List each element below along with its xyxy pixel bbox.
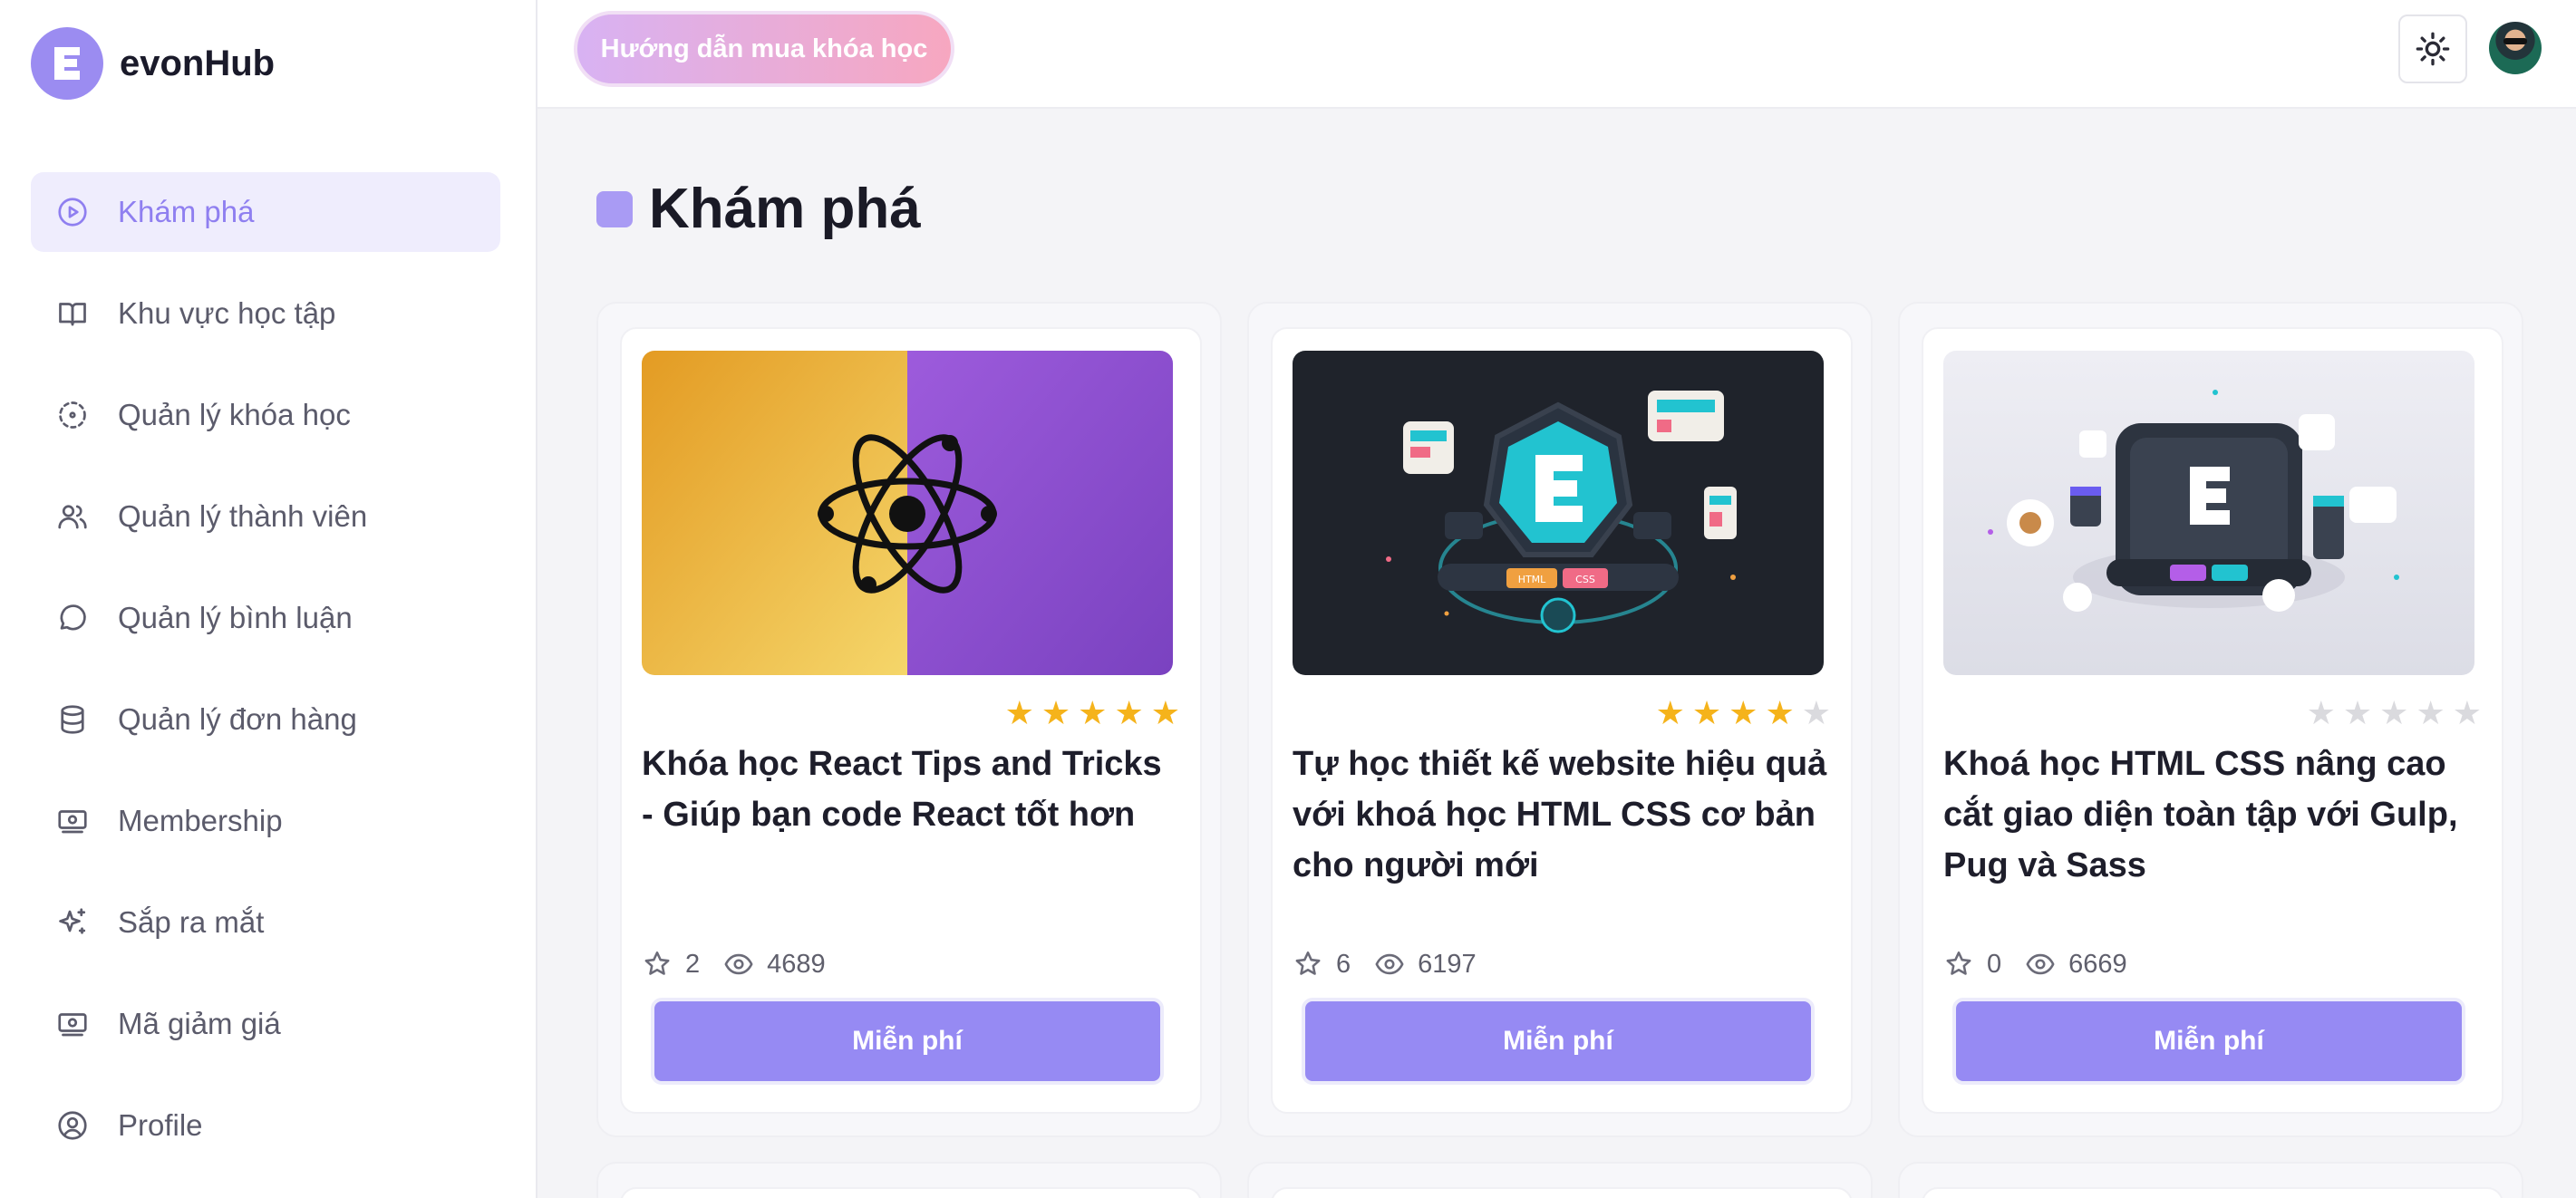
course-title[interactable]: Khoá học HTML CSS nâng cao cắt giao diện… [1943, 739, 2484, 891]
course-view-count: 4689 [767, 949, 826, 979]
star-icon: ★ [2306, 694, 2336, 731]
brand-logo-icon [31, 27, 103, 100]
sparkles-icon [54, 904, 91, 941]
sidebar-item-khu-vuc-hoc-tap[interactable]: Khu vực học tập [31, 274, 500, 353]
sidebar-item-label: Quản lý thành viên [118, 499, 368, 533]
course-thumbnail-html-css-advanced[interactable] [1943, 351, 2474, 675]
star-icon: ★ [1691, 694, 1722, 731]
course-view-count: 6669 [2068, 949, 2127, 979]
sidebar-item-label: Khám phá [118, 195, 255, 228]
star-icon: ★ [1004, 694, 1034, 731]
chat-bubble-icon [54, 600, 91, 636]
course-meta: 2 4689 [642, 949, 826, 980]
course-meta: 0 6669 [1943, 949, 2127, 980]
sidebar: evonHub Khám phá Khu vực học tập Quản lý… [0, 0, 537, 1198]
sidebar-item-label: Sắp ra mắt [118, 905, 265, 939]
course-card-inner [1271, 1187, 1853, 1198]
sidebar-item-quan-ly-binh-luan[interactable]: Quản lý bình luận [31, 578, 500, 658]
course-card[interactable]: ★ ★ ★ ★ ★ Khóa học React Tips and Tricks… [596, 302, 1222, 1137]
eye-icon [1375, 953, 1404, 975]
course-card-inner: ★ ★ ★ ★ ★ Khóa học React Tips and Tricks… [620, 327, 1202, 1114]
star-outline-icon [1946, 951, 1971, 975]
sidebar-item-profile[interactable]: Profile [31, 1086, 500, 1165]
course-price-button[interactable]: Miễn phí [651, 998, 1164, 1085]
star-icon: ★ [1150, 694, 1180, 731]
course-card-partial[interactable] [1247, 1162, 1873, 1198]
title-marker-icon [596, 190, 633, 227]
eye-icon [724, 953, 753, 975]
star-icon: ★ [1729, 694, 1758, 731]
sidebar-item-label: Profile [118, 1108, 203, 1142]
course-thumbnail-react[interactable] [642, 351, 1173, 675]
sidebar-item-quan-ly-don-hang[interactable]: Quản lý đơn hàng [31, 680, 500, 759]
sidebar-item-sap-ra-mat[interactable]: Sắp ra mắt [31, 883, 500, 962]
svg-text:CSS: CSS [1575, 574, 1595, 585]
course-price-button[interactable]: Miễn phí [1952, 998, 2465, 1085]
course-title[interactable]: Tự học thiết kế website hiệu quả với kho… [1293, 739, 1833, 891]
sidebar-item-label: Quản lý khóa học [118, 398, 351, 431]
star-outline-icon [644, 951, 670, 975]
course-thumbnail-html-css-basic[interactable]: HTML CSS [1293, 351, 1824, 675]
course-card-inner [620, 1187, 1202, 1198]
star-icon: ★ [2416, 694, 2445, 731]
page-title: Khám phá [596, 177, 921, 241]
sidebar-item-label: Quản lý đơn hàng [118, 702, 357, 736]
sidebar-item-label: Membership [118, 804, 283, 837]
course-meta: 6 6197 [1293, 949, 1477, 980]
users-icon [54, 498, 91, 535]
sidebar-nav: Khám phá Khu vực học tập Quản lý khóa họ… [31, 172, 500, 1187]
course-star-count: 6 [1336, 949, 1351, 979]
sidebar-item-label: Khu vực học tập [118, 296, 336, 330]
course-rating: ★ ★ ★ ★ ★ [1656, 697, 1831, 729]
user-circle-icon [54, 1107, 91, 1144]
sun-icon [2416, 32, 2450, 66]
star-icon: ★ [1765, 694, 1795, 731]
star-icon: ★ [1801, 694, 1831, 731]
page-title-text: Khám phá [649, 178, 921, 240]
course-card-inner: HTML CSS ★ ★ ★ ★ ★ Tự học thiết kế websi… [1271, 327, 1853, 1114]
sidebar-item-quan-ly-thanh-vien[interactable]: Quản lý thành viên [31, 477, 500, 556]
course-card-inner [1922, 1187, 2503, 1198]
sidebar-item-label: Quản lý bình luận [118, 601, 353, 634]
course-title[interactable]: Khóa học React Tips and Tricks - Giúp bạ… [642, 739, 1182, 840]
star-icon: ★ [1041, 694, 1071, 731]
star-outline-icon [1295, 951, 1321, 975]
database-icon [54, 701, 91, 738]
star-icon: ★ [2452, 694, 2482, 731]
theme-toggle-button[interactable] [2398, 14, 2467, 83]
course-card-inner: ★ ★ ★ ★ ★ Khoá học HTML CSS nâng cao cắt… [1922, 327, 2503, 1114]
sidebar-item-kham-pha[interactable]: Khám phá [31, 172, 500, 252]
star-icon: ★ [1655, 694, 1685, 731]
focus-dashed-icon [54, 397, 91, 433]
course-price-button[interactable]: Miễn phí [1302, 998, 1815, 1085]
play-circle-icon [54, 194, 91, 230]
sidebar-item-membership[interactable]: Membership [31, 781, 500, 861]
purchase-guide-button[interactable]: Hướng dẫn mua khóa học [574, 11, 954, 87]
sidebar-item-ma-giam-gia[interactable]: Mã giảm giá [31, 984, 500, 1064]
brand[interactable]: evonHub [31, 27, 275, 100]
course-view-count: 6197 [1418, 949, 1477, 979]
star-icon: ★ [2379, 694, 2409, 731]
banknote-icon [54, 1006, 91, 1042]
user-avatar[interactable] [2489, 22, 2542, 74]
star-icon: ★ [1114, 694, 1144, 731]
book-icon [54, 295, 91, 332]
course-card-partial[interactable] [1898, 1162, 2523, 1198]
banknote-icon [54, 803, 91, 839]
star-icon: ★ [1078, 694, 1108, 731]
course-rating: ★ ★ ★ ★ ★ [2307, 697, 2482, 729]
top-bar: Hướng dẫn mua khóa học [537, 0, 2576, 109]
brand-name: evonHub [120, 43, 276, 83]
eye-icon [2026, 953, 2055, 975]
star-icon: ★ [2342, 694, 2373, 731]
svg-text:HTML: HTML [1518, 574, 1546, 585]
course-card-partial[interactable] [596, 1162, 1222, 1198]
course-card[interactable]: ★ ★ ★ ★ ★ Khoá học HTML CSS nâng cao cắt… [1898, 302, 2523, 1137]
course-rating: ★ ★ ★ ★ ★ [1005, 697, 1180, 729]
sidebar-item-label: Mã giảm giá [118, 1007, 281, 1040]
course-star-count: 0 [1987, 949, 2002, 979]
sidebar-item-quan-ly-khoa-hoc[interactable]: Quản lý khóa học [31, 375, 500, 455]
course-card[interactable]: HTML CSS ★ ★ ★ ★ ★ Tự học thiết kế websi… [1247, 302, 1873, 1137]
course-star-count: 2 [685, 949, 701, 979]
